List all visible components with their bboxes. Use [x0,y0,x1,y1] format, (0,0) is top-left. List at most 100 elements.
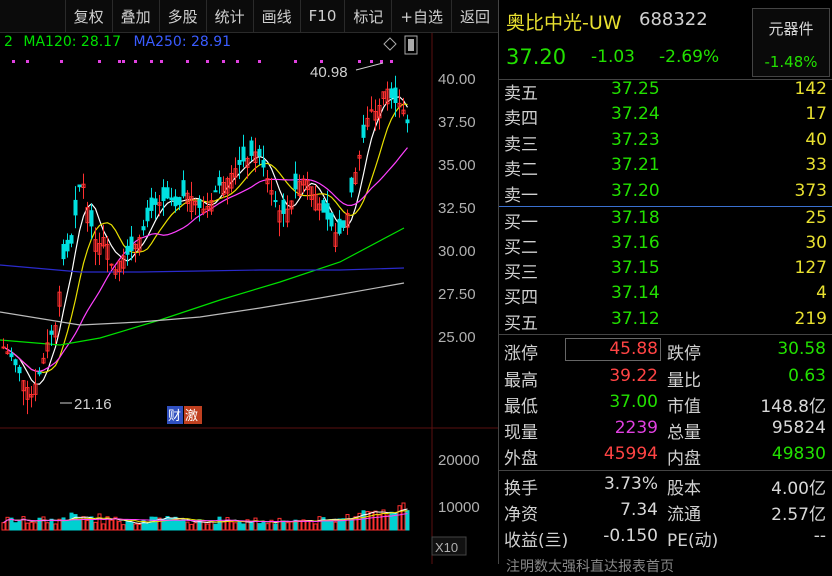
volume-bar [25,522,30,531]
volume-tick: 10000 [438,499,480,516]
ask-row[interactable]: 卖四 37.24 17 [499,104,832,131]
pe-label: PE(动) [667,531,719,551]
low-annotation: 21.16 [60,396,112,413]
volume-bar [77,519,82,531]
volume-bar [249,521,254,531]
price-ticks: 40.00 37.50 35.00 32.50 30.00 27.50 25.0… [438,71,476,346]
outer-label: 外盘 [504,449,538,469]
volume-bar [325,519,330,531]
candle-body [393,87,398,104]
overlay-button[interactable]: 叠加 [111,0,159,33]
event-dot [206,60,209,63]
add-watchlist-button[interactable]: +自选 [391,0,451,33]
bid-label: 买一 [504,213,538,233]
event-dot [294,60,297,63]
limit-up-label: 涨停 [504,344,538,364]
bid-row[interactable]: 买五 37.12 219 [499,309,832,336]
draw-line-button[interactable]: 画线 [252,0,300,33]
volume-bar [101,523,106,531]
volume-bar [261,521,266,531]
candle-body [273,200,278,203]
ask-volume: 33 [805,155,827,175]
bid-row[interactable]: 买二 37.16 30 [499,233,832,260]
outer-value: 45994 [603,444,658,464]
bottom-banner[interactable]: 注明数太强科直达报表首页 [506,556,674,576]
bid-row[interactable]: 买三 37.15 127 [499,258,832,285]
volume-ticks: 20000 10000 X10 [431,452,480,556]
ask-volume: 40 [805,130,827,150]
candle-body [129,236,134,251]
candle-body [153,198,158,205]
volume-bar [193,522,198,531]
chart-corner-icons[interactable] [383,35,418,55]
bid-label: 买五 [504,314,538,334]
restore-rights-button[interactable]: 复权 [64,0,112,33]
candle-body [405,119,410,124]
event-dot [380,60,383,63]
high-value: 39.22 [609,366,658,386]
statistics-button[interactable]: 统计 [205,0,253,33]
back-button[interactable]: 返回 [450,0,498,33]
ask-row[interactable]: 卖五 37.25 142 [499,79,832,106]
mark-button[interactable]: 标记 [344,0,391,33]
high-arrow [355,62,384,71]
sector-name: 元器件 [768,20,814,38]
volume-bar [209,520,214,531]
multi-stock-button[interactable]: 多股 [158,0,206,33]
ask-row[interactable]: 卖三 37.23 40 [499,130,832,157]
candle-body [249,140,254,156]
candle-body [169,197,174,201]
diamond-icon[interactable] [383,37,397,51]
candles [1,75,410,415]
bid-volume: 219 [794,309,827,329]
event-dot [258,60,261,63]
volume-bar [309,520,314,531]
volume-bar [177,520,182,531]
kline-chart[interactable]: 40.00 37.50 35.00 32.50 30.00 27.50 25.0… [0,33,498,564]
ask-price: 37.20 [611,181,660,201]
candle-body [1,346,6,349]
volume-bar [237,521,242,531]
event-dot [26,60,29,63]
price-tick: 40.00 [438,71,476,88]
low-value: 21.16 [74,396,112,413]
f10-button[interactable]: F10 [299,0,345,33]
eps-value: -0.150 [603,526,658,546]
pe-value: -- [813,526,826,546]
stock-code: 688322 [639,9,708,30]
candle-body [293,173,298,190]
volume-bar [125,521,130,531]
bid-row[interactable]: 买四 37.14 4 [499,283,832,310]
ask-row[interactable]: 卖二 37.21 33 [499,155,832,182]
high-annotation: 40.98 [310,62,384,81]
volume-bar [1,522,6,531]
event-badges[interactable]: 财 激 [167,406,202,424]
price-change: -1.03 [591,47,635,67]
bid-row[interactable]: 买一 37.18 25 [499,208,832,235]
event-dot [134,60,137,63]
volume-bar [137,523,142,531]
candle-body [69,235,74,244]
ask-label: 卖三 [504,135,538,155]
limit-down-value: 30.58 [777,339,826,359]
candle-body [241,146,246,162]
volume-bar [305,520,310,531]
ask-volume: 142 [794,79,827,99]
volume-bar [385,514,390,531]
volume-bar [33,522,38,531]
bid-volume: 30 [805,233,827,253]
ask-row[interactable]: 卖一 37.20 373 [499,181,832,208]
candle-body [337,218,342,234]
candle-body [17,366,22,374]
spread-divider [499,206,832,207]
sector-box[interactable]: 元器件 -1.48% [752,8,830,77]
bid-label: 买四 [504,288,538,308]
ask-label: 卖四 [504,109,538,129]
volume-bar [5,516,10,531]
share-capital-value: 4.00亿 [771,479,826,499]
event-dot [98,60,101,63]
high-label: 最高 [504,371,538,391]
candle-body [37,371,42,375]
candle-body [341,220,346,228]
candle-body [141,226,146,231]
